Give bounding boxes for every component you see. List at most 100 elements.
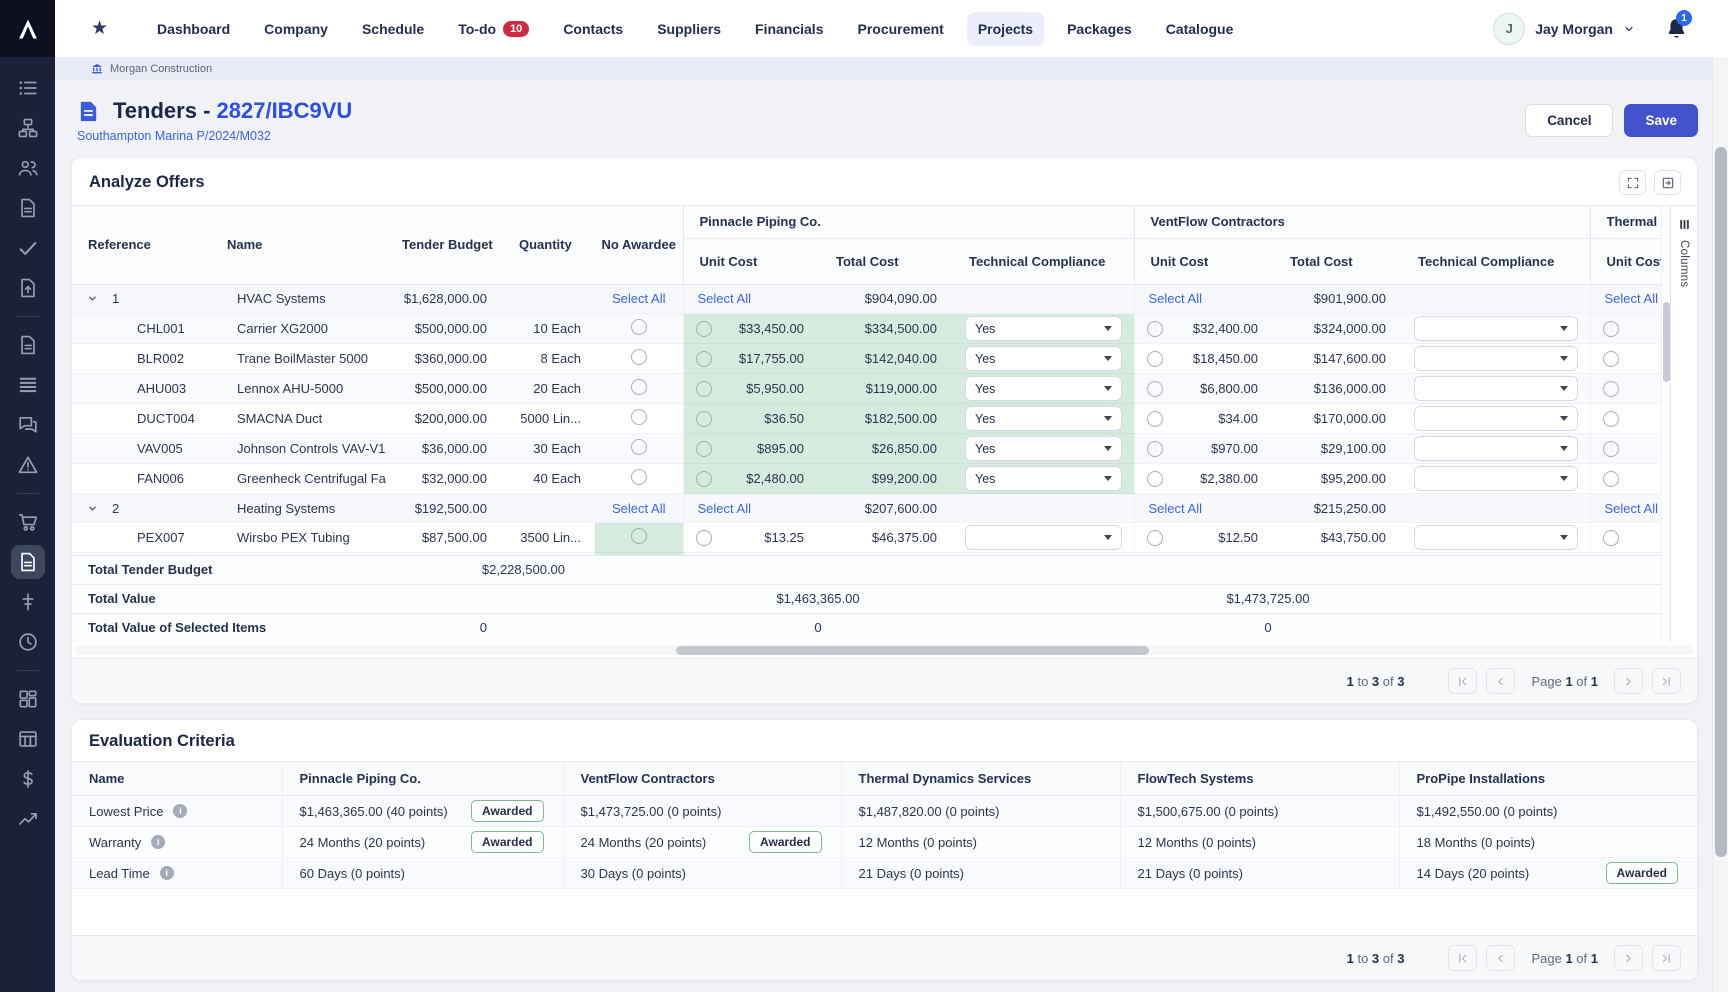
sidebar-item-list[interactable]: [11, 71, 45, 105]
info-icon[interactable]: i: [151, 835, 165, 849]
select-all-link[interactable]: Select All: [612, 501, 665, 516]
sidebar-item-document[interactable]: [11, 191, 45, 225]
offer-select-radio[interactable]: [1603, 411, 1619, 427]
offer-select-radio[interactable]: [1603, 351, 1619, 367]
sidebar-item-file-upload[interactable]: [11, 271, 45, 305]
next-page-button[interactable]: [1614, 668, 1643, 694]
sidebar-item-table[interactable]: [11, 722, 45, 756]
technical-compliance-select[interactable]: Yes: [965, 376, 1122, 401]
prev-page-button[interactable]: [1486, 945, 1515, 971]
sidebar-item-sitemap[interactable]: [11, 111, 45, 145]
select-all-link[interactable]: Select All: [698, 291, 751, 306]
offer-select-radio[interactable]: [696, 411, 712, 427]
nav-item-company[interactable]: Company: [253, 12, 339, 46]
project-link[interactable]: Southampton Marina P/2024/M032: [77, 129, 352, 143]
offer-select-radio[interactable]: [1603, 381, 1619, 397]
technical-compliance-select[interactable]: [1414, 346, 1578, 371]
select-all-link[interactable]: Select All: [1149, 501, 1202, 516]
nav-item-procurement[interactable]: Procurement: [846, 12, 954, 46]
offer-select-radio[interactable]: [1147, 411, 1163, 427]
nav-item-packages[interactable]: Packages: [1056, 12, 1143, 46]
offer-select-radio[interactable]: [1147, 471, 1163, 487]
offer-select-radio[interactable]: [696, 471, 712, 487]
no-awardee-radio[interactable]: [631, 319, 647, 335]
sidebar-item-cart[interactable]: [11, 505, 45, 539]
cancel-button[interactable]: Cancel: [1525, 104, 1613, 137]
grid-horizontal-scrollbar[interactable]: [75, 645, 1694, 655]
offer-select-radio[interactable]: [696, 530, 712, 546]
technical-compliance-select[interactable]: Yes: [965, 436, 1122, 461]
no-awardee-radio[interactable]: [631, 528, 647, 544]
collapse-chevron-icon[interactable]: [87, 293, 98, 304]
info-icon[interactable]: i: [173, 804, 187, 818]
user-menu[interactable]: J Jay Morgan: [1493, 13, 1635, 45]
breadcrumb[interactable]: Morgan Construction: [55, 57, 1728, 80]
offer-select-radio[interactable]: [1603, 441, 1619, 457]
sidebar-item-tender-document[interactable]: [11, 545, 45, 579]
technical-compliance-select[interactable]: Yes: [965, 346, 1122, 371]
expand-icon[interactable]: [1619, 170, 1646, 195]
nav-item-schedule[interactable]: Schedule: [351, 12, 435, 46]
offer-select-radio[interactable]: [1147, 321, 1163, 337]
offer-select-radio[interactable]: [696, 351, 712, 367]
window-scrollbar[interactable]: [1712, 57, 1728, 992]
technical-compliance-select[interactable]: Yes: [965, 406, 1122, 431]
first-page-button[interactable]: [1448, 945, 1477, 971]
first-page-button[interactable]: [1448, 668, 1477, 694]
last-page-button[interactable]: [1652, 945, 1681, 971]
technical-compliance-select[interactable]: [965, 525, 1122, 550]
sidebar-item-chat[interactable]: [11, 408, 45, 442]
no-awardee-radio[interactable]: [631, 439, 647, 455]
offer-select-radio[interactable]: [1603, 471, 1619, 487]
select-all-link[interactable]: Select All: [698, 501, 751, 516]
no-awardee-radio[interactable]: [631, 379, 647, 395]
next-page-button[interactable]: [1614, 945, 1643, 971]
technical-compliance-select[interactable]: Yes: [965, 316, 1122, 341]
prev-page-button[interactable]: [1486, 668, 1515, 694]
collapse-chevron-icon[interactable]: [87, 503, 98, 514]
info-icon[interactable]: i: [160, 866, 174, 880]
columns-panel-tab[interactable]: Columns: [1670, 206, 1697, 642]
select-all-link[interactable]: Select All: [1149, 291, 1202, 306]
no-awardee-radio[interactable]: [631, 349, 647, 365]
technical-compliance-select[interactable]: [1414, 525, 1578, 550]
sidebar-item-users[interactable]: [11, 151, 45, 185]
sidebar-item-clock[interactable]: [11, 625, 45, 659]
offer-select-radio[interactable]: [1147, 381, 1163, 397]
select-all-link[interactable]: Select All: [612, 291, 665, 306]
nav-item-catalogue[interactable]: Catalogue: [1155, 12, 1245, 46]
favorites-star-icon[interactable]: ★: [91, 17, 108, 40]
sidebar-item-check[interactable]: [11, 231, 45, 265]
select-all-link[interactable]: Select All: [1605, 501, 1658, 516]
sidebar-item-grid[interactable]: [11, 682, 45, 716]
technical-compliance-select[interactable]: [1414, 406, 1578, 431]
technical-compliance-select[interactable]: [1414, 376, 1578, 401]
offer-select-radio[interactable]: [696, 321, 712, 337]
offer-select-radio[interactable]: [1603, 321, 1619, 337]
last-page-button[interactable]: [1652, 668, 1681, 694]
open-panel-icon[interactable]: [1654, 170, 1681, 195]
no-awardee-radio[interactable]: [631, 469, 647, 485]
nav-item-suppliers[interactable]: Suppliers: [646, 12, 732, 46]
no-awardee-radio[interactable]: [631, 409, 647, 425]
notifications-button[interactable]: 1: [1665, 17, 1688, 40]
sidebar-item-dollar[interactable]: [11, 762, 45, 796]
grid-vertical-scrollbar[interactable]: [1661, 206, 1670, 642]
technical-compliance-select[interactable]: [1414, 316, 1578, 341]
app-logo[interactable]: [0, 0, 55, 57]
nav-item-contacts[interactable]: Contacts: [552, 12, 634, 46]
sidebar-item-file[interactable]: [11, 328, 45, 362]
sidebar-item-adjustments[interactable]: [11, 585, 45, 619]
technical-compliance-select[interactable]: [1414, 466, 1578, 491]
save-button[interactable]: Save: [1624, 104, 1698, 137]
select-all-link[interactable]: Select All: [1605, 291, 1658, 306]
sidebar-item-trend[interactable]: [11, 802, 45, 836]
offer-select-radio[interactable]: [1603, 530, 1619, 546]
nav-item-dashboard[interactable]: Dashboard: [146, 12, 241, 46]
offer-select-radio[interactable]: [696, 441, 712, 457]
offer-select-radio[interactable]: [696, 381, 712, 397]
offer-select-radio[interactable]: [1147, 441, 1163, 457]
technical-compliance-select[interactable]: Yes: [965, 466, 1122, 491]
nav-item-to-do[interactable]: To-do10: [447, 12, 540, 46]
nav-item-financials[interactable]: Financials: [744, 12, 834, 46]
